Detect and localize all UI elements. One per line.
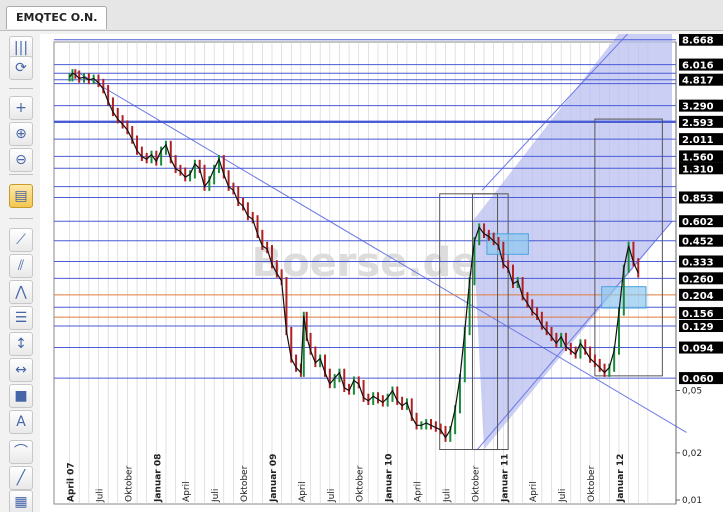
price-level-label: 0.129 (682, 322, 714, 333)
line-icon: ╱ (16, 470, 26, 486)
color-palette-icon: ▦ (14, 494, 28, 510)
x-tick-label: Juli (95, 489, 105, 503)
x-tick-label: Juli (442, 489, 452, 503)
trendline-button[interactable]: ⟋ (9, 228, 33, 252)
x-tick-label: Oktober (471, 465, 481, 502)
y-tick-label: 0,05 (682, 386, 702, 396)
fibonacci-button[interactable]: ☰ (9, 306, 33, 330)
y-tick-label: 0,02 (682, 449, 702, 459)
x-tick-label: Oktober (240, 465, 250, 502)
arc-button[interactable]: ⌒ (9, 440, 33, 464)
text-button[interactable]: A (9, 410, 33, 434)
x-tick-label: Oktober (356, 465, 366, 502)
x-tick-label: April (414, 481, 424, 502)
text-icon: A (16, 414, 26, 430)
rectangle-button[interactable]: ■ (9, 384, 33, 408)
instrument-tab[interactable]: EMQTEC O.N. (6, 6, 108, 29)
toolbar-separator (9, 88, 33, 89)
vertical-line-icon: ↕ (15, 336, 27, 352)
x-tick-label: Juli (211, 489, 221, 503)
price-level-label: 4.817 (682, 76, 714, 87)
trendline-icon: ⟋ (16, 232, 26, 248)
channel-icon: ⫽ (17, 258, 25, 274)
line-button[interactable]: ╱ (9, 466, 33, 490)
price-level-label: 0.156 (682, 309, 714, 320)
chart-application: EMQTEC O.N. ||| ⟳ + ⊕ ⊖ ▤ ⟋ ⫽ ⋀ ☰ ↕ ↔ ■ A ⌒ ╱ ▦ Boerse.d… (0, 0, 723, 512)
price-level-label: 0.602 (682, 217, 714, 228)
chart-area[interactable]: Boerse.de April 07 Juli Oktober Januar 08 Apr… (40, 34, 723, 512)
x-tick-label: Januar 12 (616, 454, 626, 503)
x-tick-label: Oktober (587, 465, 597, 502)
x-tick-label: Oktober (124, 465, 134, 502)
zoom-out-button[interactable]: ⊖ (9, 148, 33, 172)
polyline-button[interactable]: ⋀ (9, 280, 33, 304)
price-level-label: 3.290 (682, 102, 714, 113)
horizontal-line-icon: ↔ (15, 362, 27, 378)
x-tick-label: April 07 (67, 462, 77, 502)
x-tick-label: Januar 11 (500, 454, 510, 503)
price-level-label: 0.094 (682, 344, 714, 355)
price-level-label: 0.204 (682, 291, 714, 302)
price-level-label: 2.593 (682, 118, 714, 129)
x-tick-label: April (298, 481, 308, 502)
y-axis-labels: 100,050,020,018.6686.0164.8173.2902.5932… (676, 34, 723, 506)
x-tick-label: Januar 09 (269, 454, 279, 503)
price-level-label: 6.016 (682, 61, 714, 72)
price-level-label: 1.560 (682, 152, 714, 163)
rectangle-icon: ■ (14, 388, 28, 404)
drawing-toolbar: ||| ⟳ + ⊕ ⊖ ▤ ⟋ ⫽ ⋀ ☰ ↕ ↔ ■ A ⌒ ╱ ▦ (7, 34, 36, 512)
y-tick-label: 0,01 (682, 496, 702, 506)
horizontal-line-button[interactable]: ↔ (9, 358, 33, 382)
tab-bar: EMQTEC O.N. (0, 0, 723, 31)
zoom-in-icon: ⊕ (15, 126, 27, 142)
price-level-label: 0.060 (682, 374, 714, 385)
x-tick-label: Juli (327, 489, 337, 503)
price-level-label: 8.668 (682, 36, 714, 47)
chart-settings-icon: ▤ (14, 188, 28, 204)
toolbar-separator (9, 174, 33, 175)
price-level-label: 1.310 (682, 164, 714, 175)
vertical-line-button[interactable]: ↕ (9, 332, 33, 356)
price-chart[interactable]: Boerse.deApril 07 Juli Oktober Januar 08 Apr… (40, 34, 723, 512)
price-level-label: 0.333 (682, 257, 714, 268)
x-tick-label: Januar 10 (385, 454, 395, 503)
zoom-in-button[interactable]: ⊕ (9, 122, 33, 146)
price-level-label: 0.452 (682, 237, 714, 248)
x-tick-label: April (529, 481, 539, 502)
crosshair-icon: + (15, 100, 27, 116)
x-tick-label: April (182, 481, 192, 502)
price-level-label: 0.260 (682, 274, 714, 285)
chart-settings-button[interactable]: ▤ (9, 184, 33, 208)
zoom-out-icon: ⊖ (15, 152, 27, 168)
toolbar-separator (9, 218, 33, 219)
polyline-icon: ⋀ (15, 284, 27, 300)
refresh-icon: ⟳ (15, 60, 27, 76)
fibonacci-icon: ☰ (14, 310, 28, 326)
channel-button[interactable]: ⫽ (9, 254, 33, 278)
price-level-label: 0.853 (682, 193, 714, 204)
refresh-button[interactable]: ⟳ (9, 56, 33, 80)
price-level-label: 2.011 (682, 135, 714, 146)
arc-icon: ⌒ (14, 444, 28, 460)
x-tick-label: Juli (558, 489, 568, 503)
color-palette-button[interactable]: ▦ (9, 490, 33, 512)
crosshair-button[interactable]: + (9, 96, 33, 120)
x-tick-label: Januar 08 (153, 454, 163, 503)
